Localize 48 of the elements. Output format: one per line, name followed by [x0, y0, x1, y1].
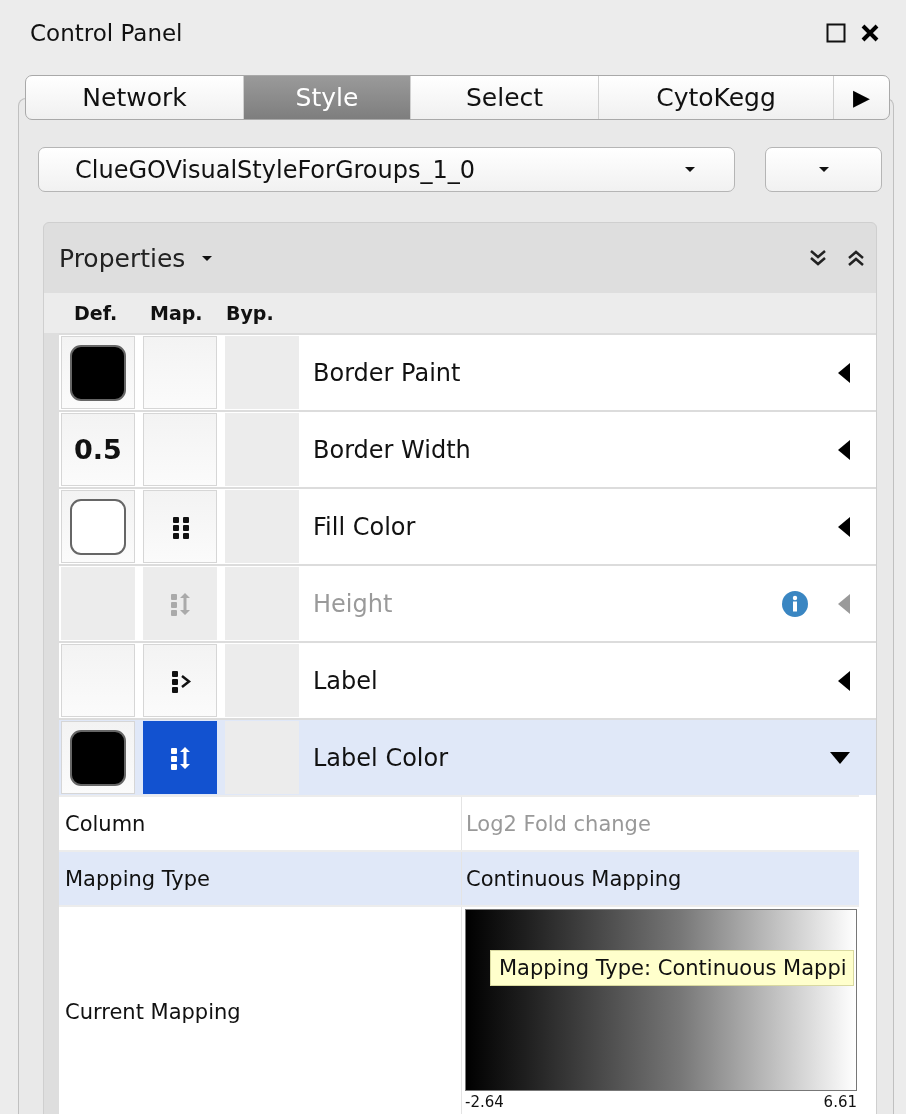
section-title: Properties — [59, 243, 186, 273]
close-icon — [860, 22, 880, 43]
gradient-max-label: 6.61 — [823, 1093, 857, 1111]
property-name: Height — [313, 589, 394, 618]
bypass-cell[interactable] — [225, 413, 299, 486]
bypass-cell[interactable] — [225, 644, 299, 717]
collapse-all-icon[interactable] — [846, 248, 866, 268]
property-row[interactable]: Label — [59, 641, 876, 718]
maximize-icon — [826, 22, 846, 43]
mapping-cell[interactable] — [143, 721, 217, 794]
default-value-cell[interactable] — [61, 336, 135, 409]
detail-label: Mapping Type — [59, 852, 462, 905]
default-value-cell[interactable] — [61, 490, 135, 563]
tab[interactable]: Select — [411, 76, 599, 119]
property-row[interactable]: Fill Color — [59, 487, 876, 564]
tab-scroll-button[interactable]: ▶ — [834, 76, 889, 119]
default-value: 0.5 — [74, 434, 122, 465]
detail-label: Current Mapping — [59, 907, 462, 1114]
property-row[interactable]: 0.5 Border Width — [59, 410, 876, 487]
property-name: Label — [313, 666, 379, 695]
expand-all-icon[interactable] — [808, 248, 828, 268]
property-name: Border Width — [313, 435, 472, 464]
style-dropdown[interactable]: ClueGOVisualStyleForGroups_1_0 — [38, 147, 735, 192]
detail-value: Log2 Fold change — [465, 810, 652, 838]
menu-button[interactable] — [765, 147, 882, 192]
bypass-cell[interactable] — [225, 336, 299, 409]
detail-row[interactable]: Mapping Type Continuous Mapping — [59, 850, 859, 905]
bypass-cell[interactable] — [225, 721, 299, 794]
tab[interactable]: CytoKegg — [599, 76, 834, 119]
default-value-cell[interactable] — [61, 644, 135, 717]
caret-icon — [684, 166, 696, 173]
column-header: Map. — [150, 302, 204, 324]
gradient-min-label: -2.64 — [465, 1093, 504, 1111]
property-name: Label Color — [313, 743, 450, 772]
column-header: Byp. — [226, 302, 275, 324]
default-value-cell[interactable]: 0.5 — [61, 413, 135, 486]
property-row[interactable]: Label Color — [59, 718, 876, 795]
bypass-cell[interactable] — [225, 490, 299, 563]
property-row[interactable]: Border Paint — [59, 333, 876, 410]
property-name: Border Paint — [313, 358, 462, 387]
window-title: Control Panel — [30, 19, 183, 46]
detail-value: Continuous Mapping — [465, 865, 683, 893]
caret-icon — [201, 254, 214, 262]
caret-icon — [817, 166, 830, 173]
column-header: Def. — [74, 302, 119, 324]
default-value-cell[interactable] — [61, 721, 135, 794]
tooltip: Mapping Type: Continuous Mappi — [490, 950, 854, 986]
property-name: Fill Color — [313, 512, 417, 541]
